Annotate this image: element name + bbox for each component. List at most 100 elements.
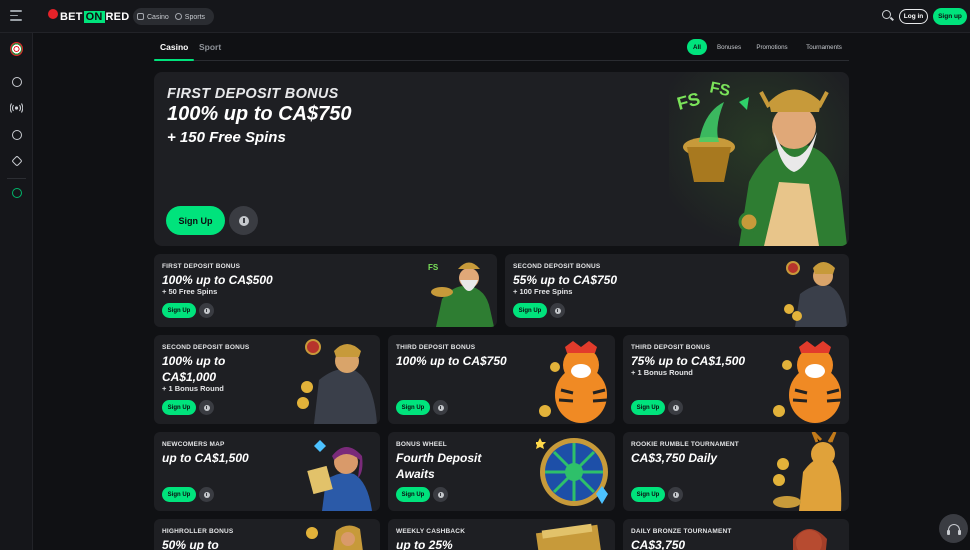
casino-chip-icon[interactable] (10, 75, 23, 88)
logo-text-red: RED (105, 11, 130, 23)
card-subtitle: + 1 Bonus Round (631, 368, 693, 377)
promo-card: ROOKIE RUMBLE TOURNAMENT CA$3,750 Daily … (623, 432, 849, 511)
info-icon (203, 404, 210, 411)
card-signup-button[interactable]: Sign Up (162, 487, 196, 502)
hero-signup-button[interactable]: Sign Up (166, 206, 225, 235)
support-chat-button[interactable] (939, 514, 968, 543)
search-icon[interactable] (882, 10, 894, 22)
card-kicker: NEWCOMERS MAP (162, 441, 225, 448)
hero-kicker: FIRST DEPOSIT BONUS (167, 86, 339, 102)
soccer-ball-icon[interactable] (10, 128, 23, 141)
card-info-button[interactable] (433, 400, 448, 415)
promo-card: SECOND DEPOSIT BONUS 100% up to CA$1,000… (154, 335, 380, 424)
dragon-illustration (773, 432, 842, 511)
card-subtitle: + 1 Bonus Round (162, 384, 224, 393)
promo-card: BONUS WHEEL Fourth Deposit Awaits Sign U… (388, 432, 615, 511)
login-button[interactable]: Log in (899, 9, 928, 24)
card-signup-button[interactable]: Sign Up (162, 303, 196, 318)
card-signup-button[interactable]: Sign Up (162, 400, 196, 415)
menu-icon[interactable] (10, 10, 22, 22)
filter-bonuses[interactable]: Bonuses (713, 39, 745, 55)
info-icon (672, 404, 679, 411)
card-kicker: FIRST DEPOSIT BONUS (162, 263, 241, 270)
card-kicker: THIRD DEPOSIT BONUS (396, 344, 476, 351)
info-icon (203, 307, 210, 314)
tab-casino[interactable]: Casino (160, 42, 188, 52)
pharaoh-illustration (306, 525, 363, 550)
card-title: 100% up to CA$500 (162, 273, 273, 287)
tiger-illustration (773, 341, 842, 423)
card-info-button[interactable] (668, 400, 683, 415)
card-title: CA$3,750 (631, 538, 686, 550)
card-info-button[interactable] (199, 400, 214, 415)
card-subtitle: + 100 Free Spins (513, 287, 573, 296)
headset-icon (946, 524, 961, 535)
card-title: 75% up to CA$1,500 (631, 354, 746, 368)
info-icon (238, 215, 249, 226)
character-illustration (793, 529, 827, 550)
info-icon (203, 491, 210, 498)
promotions-icon[interactable] (10, 186, 23, 199)
card-title: 100% up to CA$750 (396, 354, 507, 368)
card-kicker: WEEKLY CASHBACK (396, 528, 466, 535)
switch-sports[interactable]: Sports (174, 12, 205, 21)
filter-promotions[interactable]: Promotions (752, 39, 792, 55)
card-kicker: SECOND DEPOSIT BONUS (513, 263, 601, 270)
card-kicker: THIRD DEPOSIT BONUS (631, 344, 711, 351)
card-signup-button[interactable]: Sign Up (396, 487, 430, 502)
card-info-button[interactable] (199, 303, 214, 318)
info-icon (437, 404, 444, 411)
promo-card: HIGHROLLER BONUS 50% up to (154, 519, 380, 550)
logo-text-on: ON (83, 11, 105, 23)
sidebar-divider (7, 178, 26, 179)
card-signup-button[interactable]: Sign Up (631, 487, 665, 502)
card-signup-button[interactable]: Sign Up (631, 400, 665, 415)
live-icon[interactable] (10, 101, 23, 114)
casino-icon (137, 12, 144, 20)
info-icon (554, 307, 561, 314)
tab-sport[interactable]: Sport (199, 42, 221, 52)
card-info-button[interactable] (433, 487, 448, 502)
hero-banner: FIRST DEPOSIT BONUS 100% up to CA$750 + … (154, 72, 849, 246)
filter-tournaments[interactable]: Tournaments (801, 39, 847, 55)
filter-all[interactable]: All (687, 39, 707, 55)
casino-sports-switch: Casino Sports (133, 8, 214, 25)
card-signup-button[interactable]: Sign Up (396, 400, 430, 415)
card-subtitle: + 50 Free Spins (162, 287, 218, 296)
cash-chest-illustration (535, 523, 603, 550)
card-signup-button[interactable]: Sign Up (513, 303, 547, 318)
wheel-icon[interactable] (10, 41, 23, 56)
promo-card: FIRST DEPOSIT BONUS 100% up to CA$500 + … (154, 254, 497, 327)
card-title-line: Fourth Deposit (396, 451, 482, 465)
logo-dice-icon (48, 9, 58, 19)
card-info-button[interactable] (550, 303, 565, 318)
svg-text:FS: FS (428, 263, 439, 272)
promo-card: SECOND DEPOSIT BONUS 55% up to CA$750 + … (505, 254, 849, 327)
card-kicker: DAILY BRONZE TOURNAMENT (631, 528, 732, 535)
card-info-button[interactable] (668, 487, 683, 502)
card-title: up to 25% (396, 538, 453, 550)
card-info-button[interactable] (199, 487, 214, 502)
tab-active-indicator (154, 59, 194, 61)
signup-button[interactable]: Sign up (933, 8, 967, 25)
hero-subtitle: + 150 Free Spins (167, 129, 286, 146)
card-title-line: 100% up to (162, 354, 226, 368)
card-title-line: Awaits (396, 467, 435, 481)
sidebar (0, 33, 33, 550)
horse-icon[interactable] (10, 154, 23, 167)
promo-card: DAILY BRONZE TOURNAMENT CA$3,750 (623, 519, 849, 550)
card-kicker: HIGHROLLER BONUS (162, 528, 234, 535)
knight-illustration (297, 339, 377, 424)
switch-casino[interactable]: Casino (137, 12, 169, 21)
hero-info-button[interactable] (229, 206, 258, 235)
hero-title: 100% up to CA$750 (167, 103, 352, 125)
card-title: Fourth Deposit Awaits (396, 450, 481, 482)
tabs-divider (154, 60, 849, 61)
logo[interactable]: BET ON RED (48, 9, 129, 25)
top-bar: BET ON RED Casino Sports Log in Sign up (0, 0, 970, 33)
sports-icon (174, 12, 182, 20)
wizard-illustration: FS (428, 262, 494, 327)
knight-illustration (784, 261, 847, 327)
card-title-line: CA$1,000 (162, 370, 217, 384)
promo-card: WEEKLY CASHBACK up to 25% (388, 519, 615, 550)
